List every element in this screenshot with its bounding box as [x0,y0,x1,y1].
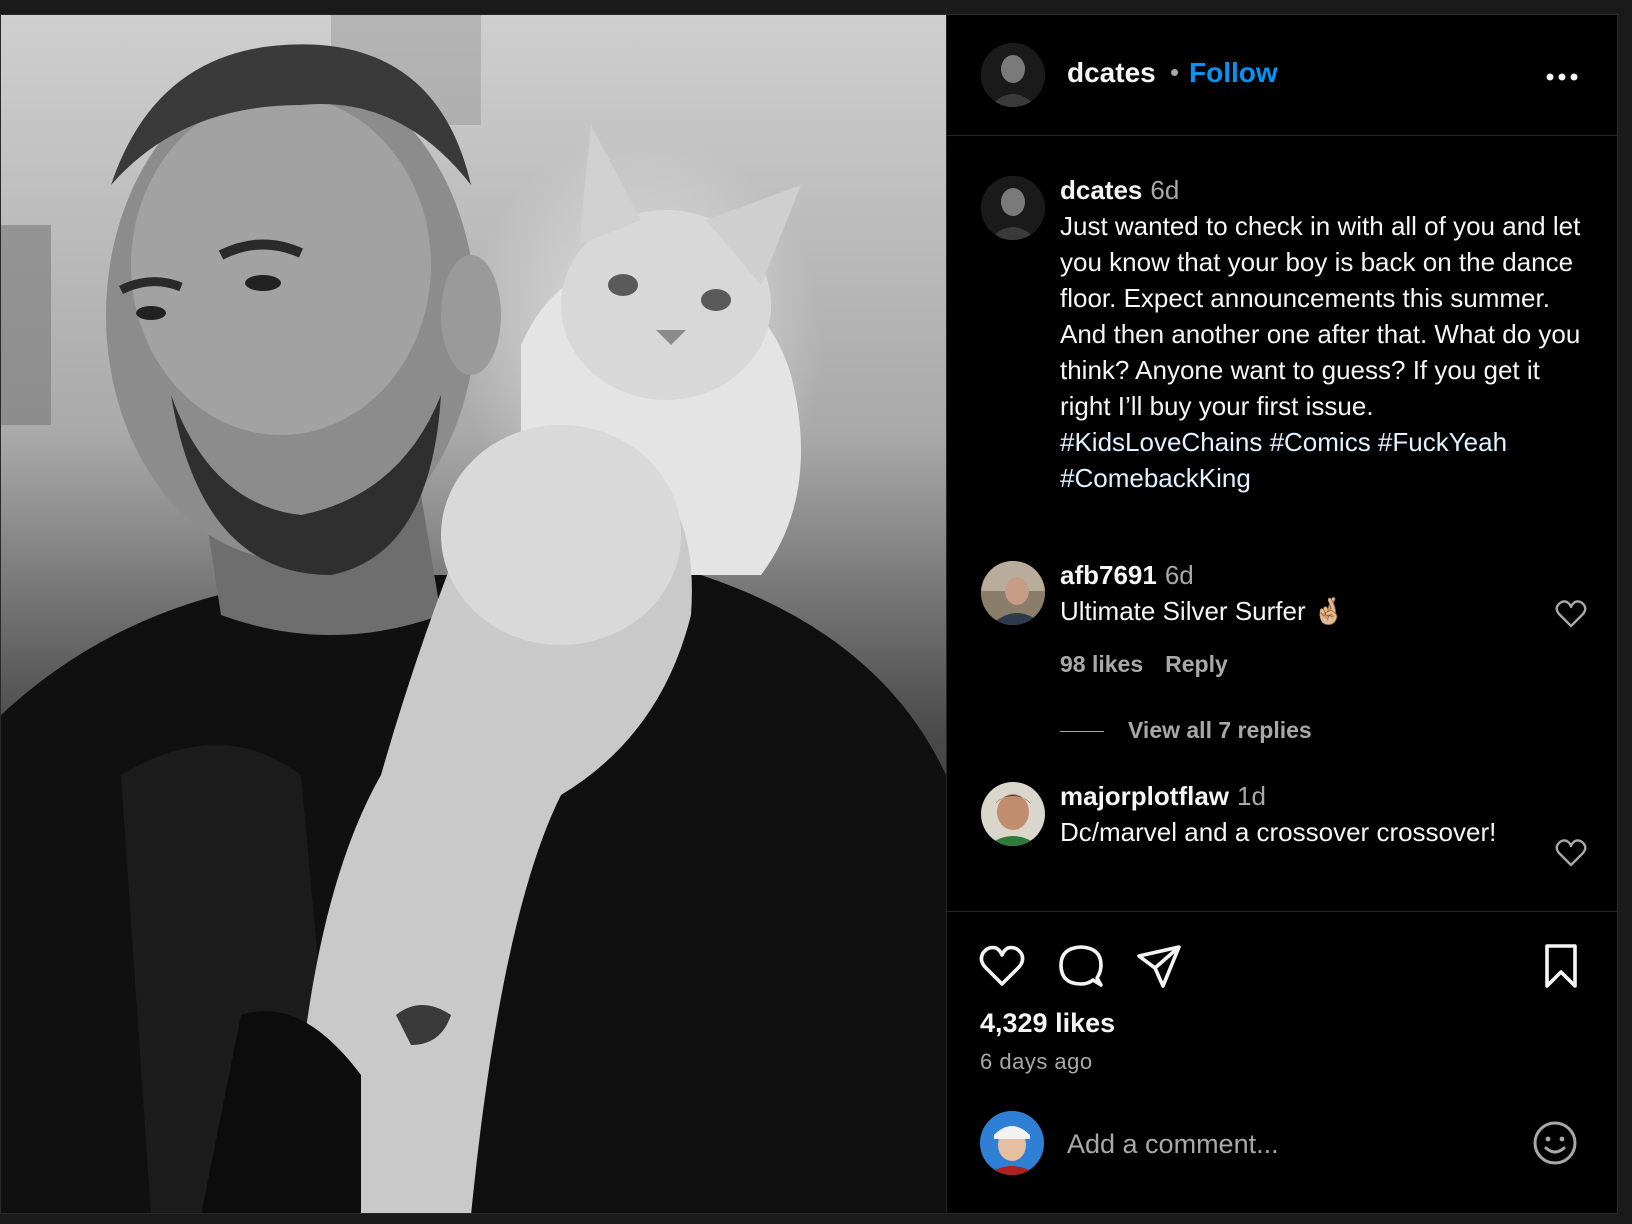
replies-divider [1060,731,1104,733]
commenter-avatar[interactable] [981,561,1045,625]
add-comment-bar [947,1083,1617,1213]
reply-button[interactable]: Reply [1165,651,1228,677]
likes-count[interactable]: 4,329 likes [980,1008,1115,1039]
view-replies-label: View all 7 replies [1128,717,1312,743]
author-avatar[interactable] [981,43,1045,107]
comment-meta: 98 likes Reply [1060,651,1250,678]
share-send-icon[interactable] [1135,942,1183,990]
post-photo [1,15,946,1213]
photo-illustration [1,15,946,1213]
avatar-image [980,1111,1044,1175]
separator-dot: • [1170,57,1180,87]
avatar-image [981,176,1045,240]
comment-age: 6d [1164,560,1194,590]
caption-text: Just wanted to check in with all of you … [1060,211,1581,421]
caption-age: 6d [1150,175,1180,205]
caption-hashtags[interactable]: #KidsLoveChains #Comics #FuckYeah #Comeb… [1060,427,1507,493]
add-comment-input[interactable] [1065,1123,1489,1165]
comments-list[interactable]: dcates 6d Just wanted to check in with al… [947,136,1617,911]
caption-author-avatar[interactable] [981,176,1045,240]
post-caption: dcates 6d Just wanted to check in with al… [1060,172,1590,496]
comment-username[interactable]: afb7691 [1060,560,1157,590]
follow-button[interactable]: Follow [1189,57,1278,89]
comment-body: majorplotflaw 1d Dc/marvel and a crossove… [1060,778,1540,850]
emoji-smiley-icon[interactable] [1531,1119,1579,1167]
more-options-icon[interactable] [1545,71,1579,83]
post-timestamp: 6 days ago [980,1049,1093,1074]
comment-likes[interactable]: 98 likes [1060,651,1143,677]
current-user-avatar [980,1111,1044,1175]
comment-username[interactable]: majorplotflaw [1060,781,1229,811]
like-heart-icon[interactable] [978,942,1026,990]
avatar-image [981,43,1045,107]
avatar-image [981,782,1045,846]
post-side-panel: dcates • Follow dcates 6d Just wanted to … [946,15,1617,1213]
post-modal: dcates • Follow dcates 6d Just wanted to … [0,14,1618,1214]
commenter-avatar[interactable] [981,782,1045,846]
caption-username[interactable]: dcates [1060,175,1142,205]
like-comment-heart-icon[interactable] [1555,838,1587,868]
comment-bubble-icon[interactable] [1057,942,1105,990]
view-replies-button[interactable]: View all 7 replies [1060,717,1312,744]
like-comment-heart-icon[interactable] [1555,599,1587,629]
post-actions: 4,329 likes 6 days ago [947,911,1617,1082]
comment-age: 1d [1237,781,1266,811]
comment-body: afb7691 6d Ultimate Silver Surfer 🤞🏼 [1060,557,1540,629]
author-username[interactable]: dcates [1067,57,1156,89]
avatar-image [981,561,1045,625]
comment-text: Ultimate Silver Surfer 🤞🏼 [1060,596,1346,626]
save-bookmark-icon[interactable] [1537,942,1585,990]
post-header: dcates • Follow [947,15,1617,136]
comment-text: Dc/marvel and a crossover crossover! [1060,817,1497,847]
